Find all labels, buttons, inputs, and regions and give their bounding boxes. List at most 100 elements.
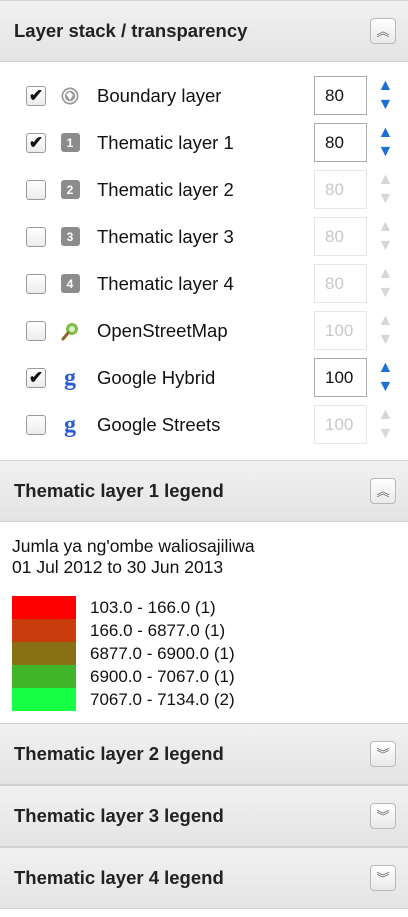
spin-down-icon: ▼ — [377, 237, 394, 255]
opacity-spinner: 100 ▲ ▼ — [314, 358, 400, 397]
spin-down-icon[interactable]: ▼ — [371, 378, 400, 398]
panel-title: Thematic layer 1 legend — [14, 480, 224, 501]
layer-label: Boundary layer — [97, 84, 222, 106]
legend-label: 166.0 - 6877.0 (1) — [90, 620, 226, 640]
legend3-panel: Thematic layer 3 legend ︾ — [0, 785, 408, 847]
legend-label: 7067.0 - 7134.0 (2) — [90, 689, 235, 709]
layer-stack-header[interactable]: Layer stack / transparency ︽ — [0, 0, 408, 62]
layer-row-google-hybrid: ✔ g Google Hybrid 100 ▲ ▼ — [0, 354, 408, 401]
spin-up-icon[interactable]: ▲ — [371, 76, 400, 96]
legend-swatch — [12, 642, 76, 665]
opacity-spinner: 80 ▲ ▼ — [314, 123, 400, 162]
layer-checkbox[interactable]: ✔ — [26, 85, 46, 106]
google-icon: g — [64, 411, 76, 438]
legend-swatch — [12, 596, 76, 619]
opacity-spinner: 80 ▲ ▼ — [314, 76, 400, 115]
opacity-spinner: 100 ▲ ▼ — [314, 405, 400, 444]
spin-up-icon: ▲ — [377, 311, 394, 329]
spin-down-icon[interactable]: ▼ — [371, 96, 400, 116]
map-pin-icon — [60, 321, 80, 341]
layer-label: Thematic layer 2 — [97, 178, 234, 200]
layer-checkbox[interactable] — [26, 414, 46, 435]
legend3-header[interactable]: Thematic layer 3 legend ︾ — [0, 785, 408, 847]
opacity-spinner: 80 ▲ ▼ — [314, 217, 400, 256]
spin-up-icon: ▲ — [377, 217, 394, 235]
number-two-icon: 2 — [60, 180, 80, 200]
double-chevron-down-icon[interactable]: ︾ — [370, 865, 396, 891]
legend-period: 01 Jul 2012 to 30 Jun 2013 — [12, 557, 224, 577]
legend2-panel: Thematic layer 2 legend ︾ — [0, 723, 408, 785]
legend-label: 6900.0 - 7067.0 (1) — [90, 666, 235, 686]
layer-row-thematic-1: ✔ 1 Thematic layer 1 80 ▲ ▼ — [0, 119, 408, 166]
spin-down-icon: ▼ — [377, 425, 394, 443]
opacity-input[interactable]: 80 — [314, 76, 367, 115]
google-icon: g — [64, 364, 76, 391]
spin-down-icon[interactable]: ▼ — [371, 143, 400, 163]
opacity-input[interactable]: 100 — [314, 358, 367, 397]
number-three-icon: 3 — [60, 227, 80, 247]
legend-swatch — [12, 688, 76, 711]
layer-stack-panel: Layer stack / transparency ︽ ✔ Boundary … — [0, 0, 408, 460]
double-chevron-up-icon[interactable]: ︽ — [370, 478, 396, 504]
legend4-panel: Thematic layer 4 legend ︾ — [0, 847, 408, 909]
spin-down-icon: ▼ — [377, 284, 394, 302]
layer-row-thematic-4: 4 Thematic layer 4 80 ▲ ▼ — [0, 260, 408, 307]
layer-label: Google Hybrid — [97, 366, 216, 388]
legend4-header[interactable]: Thematic layer 4 legend ︾ — [0, 847, 408, 909]
legend-item: 7067.0 - 7134.0 (2) — [12, 688, 394, 711]
legend-swatch — [12, 619, 76, 642]
legend-label: 6877.0 - 6900.0 (1) — [90, 643, 235, 663]
legend1-panel: Thematic layer 1 legend ︽ Jumla ya ng'om… — [0, 460, 408, 723]
spin-down-icon: ▼ — [377, 331, 394, 349]
layer-checkbox[interactable] — [26, 179, 46, 200]
layer-label: Google Streets — [97, 413, 221, 435]
globe-icon — [60, 86, 80, 106]
spin-up-icon: ▲ — [377, 405, 394, 423]
layer-checkbox[interactable] — [26, 226, 46, 247]
opacity-spinner: 80 ▲ ▼ — [314, 170, 400, 209]
double-chevron-down-icon[interactable]: ︾ — [370, 741, 396, 767]
legend-item: 6900.0 - 7067.0 (1) — [12, 665, 394, 688]
panel-title: Thematic layer 4 legend — [14, 867, 224, 888]
opacity-input: 100 — [314, 405, 367, 444]
panel-title: Thematic layer 3 legend — [14, 805, 224, 826]
opacity-input[interactable]: 80 — [314, 123, 367, 162]
opacity-input: 80 — [314, 170, 367, 209]
legend2-header[interactable]: Thematic layer 2 legend ︾ — [0, 723, 408, 785]
legend-item: 6877.0 - 6900.0 (1) — [12, 642, 394, 665]
legend-subtitle: Jumla ya ng'ombe waliosajiliwa — [12, 536, 255, 556]
legend-list: 103.0 - 166.0 (1) 166.0 - 6877.0 (1) 687… — [12, 596, 394, 711]
layer-checkbox[interactable]: ✔ — [26, 367, 46, 388]
layer-row-thematic-3: 3 Thematic layer 3 80 ▲ ▼ — [0, 213, 408, 260]
layer-row-google-streets: g Google Streets 100 ▲ ▼ — [0, 401, 408, 448]
layer-label: Thematic layer 3 — [97, 225, 234, 247]
opacity-input: 100 — [314, 311, 367, 350]
opacity-spinner: 100 ▲ ▼ — [314, 311, 400, 350]
panel-title: Layer stack / transparency — [14, 20, 248, 41]
panel-title: Thematic layer 2 legend — [14, 743, 224, 764]
layer-label: Thematic layer 4 — [97, 272, 234, 294]
legend-body: Jumla ya ng'ombe waliosajiliwa 01 Jul 20… — [0, 522, 408, 723]
opacity-spinner: 80 ▲ ▼ — [314, 264, 400, 303]
layer-row-boundary: ✔ Boundary layer 80 ▲ ▼ — [0, 72, 408, 119]
layer-row-openstreetmap: OpenStreetMap 100 ▲ ▼ — [0, 307, 408, 354]
spin-down-icon: ▼ — [377, 190, 394, 208]
layer-row-thematic-2: 2 Thematic layer 2 80 ▲ ▼ — [0, 166, 408, 213]
legend-item: 166.0 - 6877.0 (1) — [12, 619, 394, 642]
layer-checkbox[interactable] — [26, 273, 46, 294]
layer-checkbox[interactable] — [26, 320, 46, 341]
spin-up-icon[interactable]: ▲ — [371, 358, 400, 378]
legend-label: 103.0 - 166.0 (1) — [90, 597, 216, 617]
legend-swatch — [12, 665, 76, 688]
double-chevron-down-icon[interactable]: ︾ — [370, 803, 396, 829]
opacity-input: 80 — [314, 264, 367, 303]
number-one-icon: 1 — [60, 133, 80, 153]
legend1-header[interactable]: Thematic layer 1 legend ︽ — [0, 460, 408, 522]
spin-up-icon[interactable]: ▲ — [371, 123, 400, 143]
layer-checkbox[interactable]: ✔ — [26, 132, 46, 153]
double-chevron-up-icon[interactable]: ︽ — [370, 18, 396, 44]
opacity-input: 80 — [314, 217, 367, 256]
spin-up-icon: ▲ — [377, 170, 394, 188]
layer-list: ✔ Boundary layer 80 ▲ ▼ ✔ 1 Thematic lay… — [0, 62, 408, 460]
layer-label: Thematic layer 1 — [97, 131, 234, 153]
